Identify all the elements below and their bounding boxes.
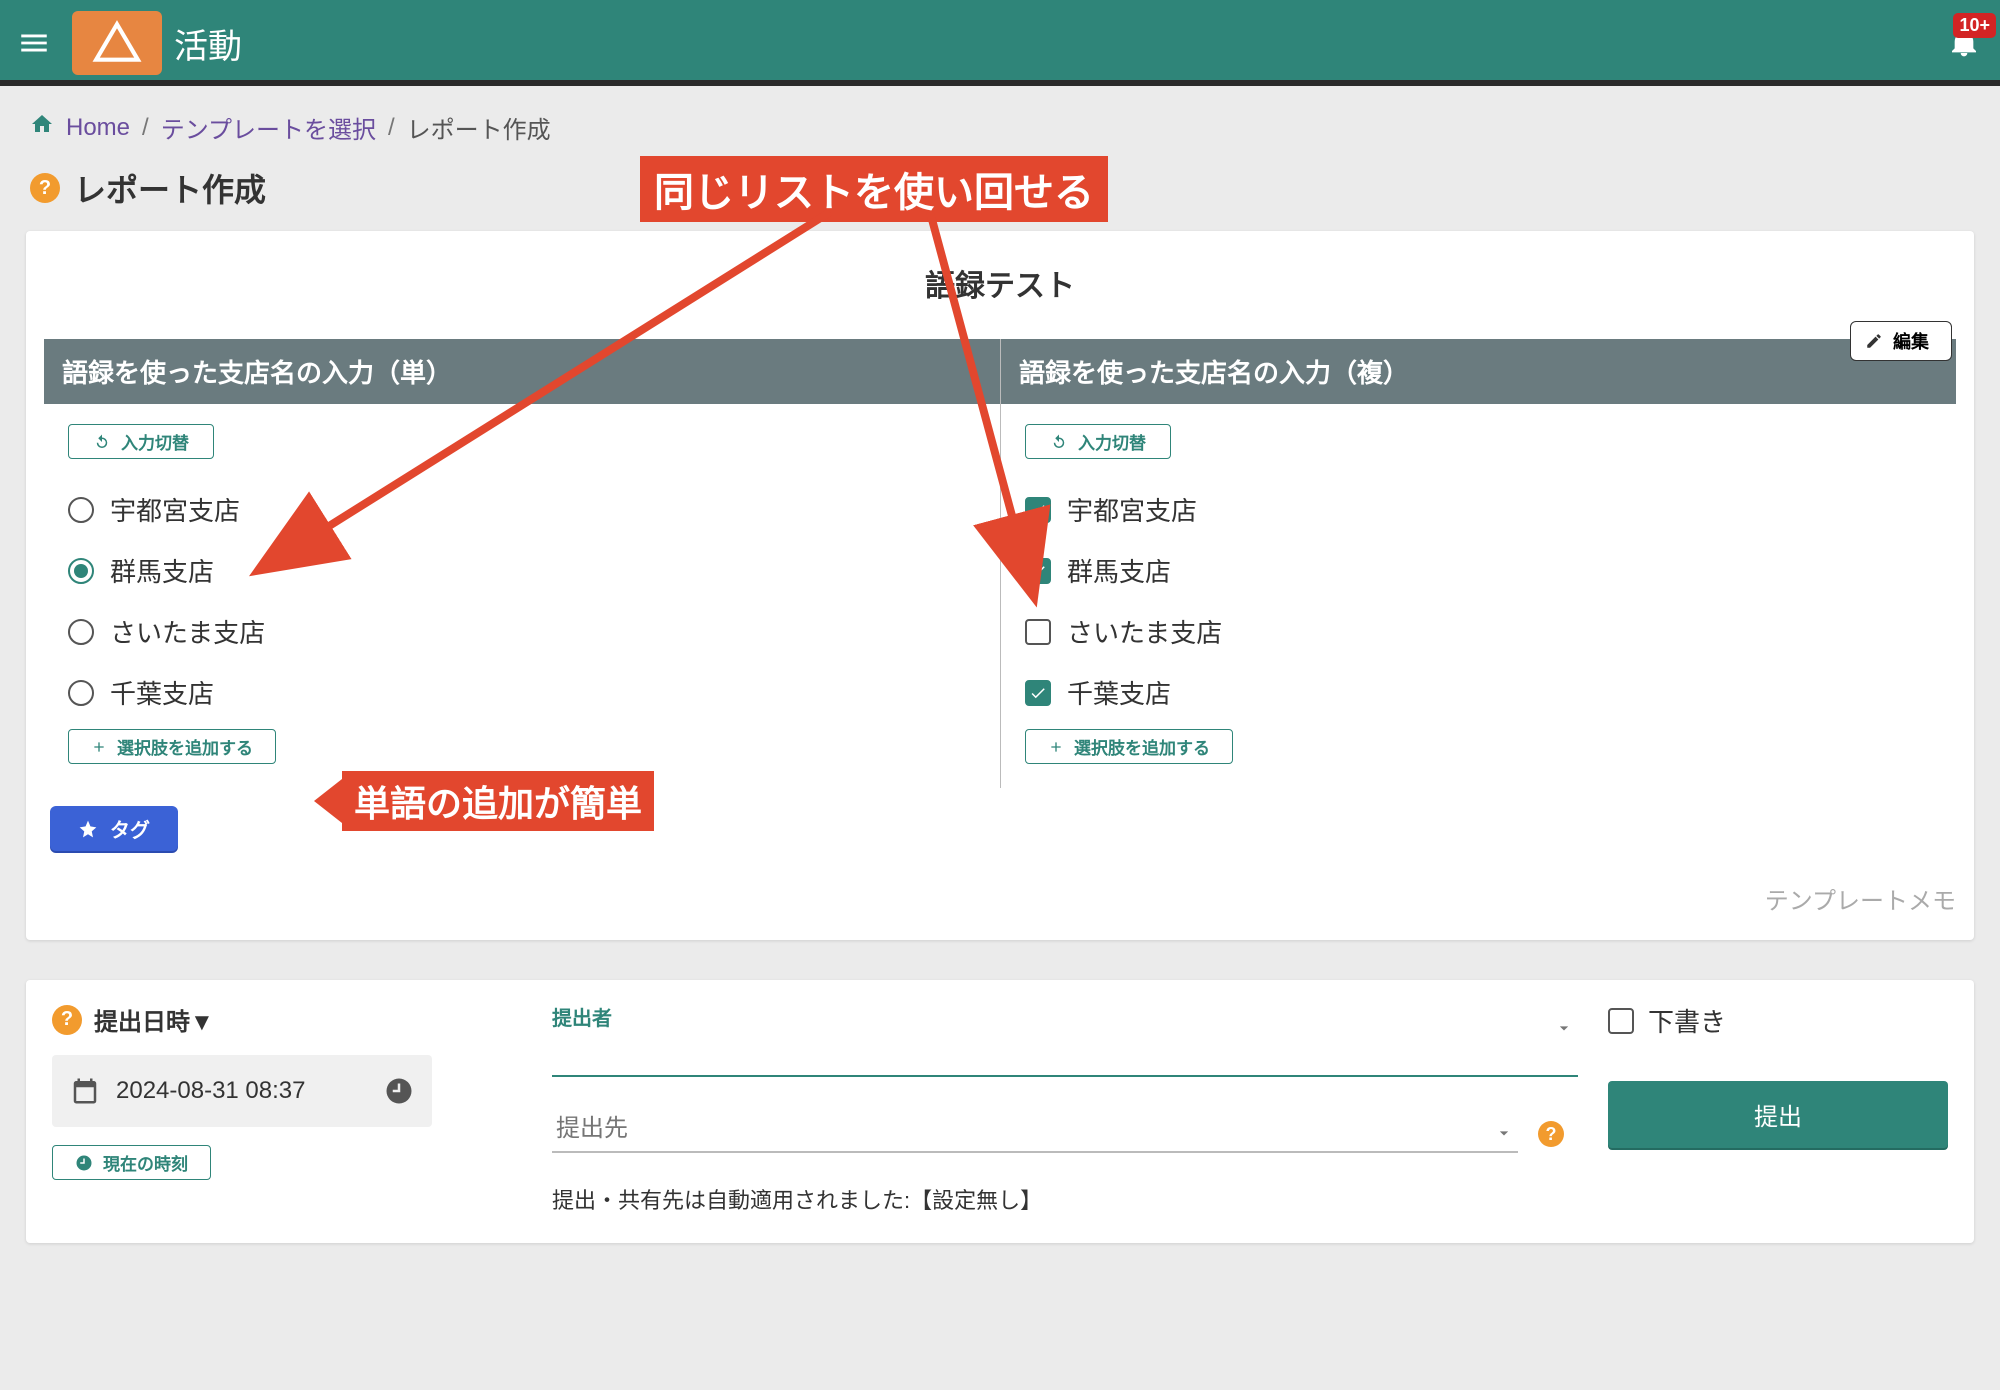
plus-icon xyxy=(1048,739,1064,755)
radio-option[interactable]: 群馬支店 xyxy=(68,540,976,601)
page-title: レポート作成 xyxy=(74,165,266,211)
multi-select-section: 語録を使った支店名の入力（複） 入力切替 宇都宮支店群馬支店さいたま支店千葉支店… xyxy=(1000,339,1956,788)
breadcrumb-current: レポート作成 xyxy=(407,110,551,145)
template-memo: テンプレートメモ xyxy=(44,881,1956,916)
checkbox-icon xyxy=(1025,497,1051,523)
breadcrumb-home[interactable]: Home xyxy=(66,114,130,142)
help-icon[interactable]: ? xyxy=(52,1005,82,1035)
submit-button[interactable]: 提出 xyxy=(1608,1081,1948,1148)
radio-icon xyxy=(68,497,94,523)
radio-option[interactable]: さいたま支店 xyxy=(68,601,976,662)
notifications-button[interactable]: 10+ xyxy=(1940,19,1988,67)
submitter-label: 提出者 xyxy=(552,1002,1578,1031)
help-icon[interactable]: ? xyxy=(30,173,60,203)
option-label: 群馬支店 xyxy=(1067,552,1171,589)
annotation-add-text: 単語の追加が簡単 xyxy=(342,771,654,831)
breadcrumb-separator: / xyxy=(142,114,149,142)
current-time-button[interactable]: 現在の時刻 xyxy=(52,1145,211,1180)
submitter-input[interactable] xyxy=(552,1031,1578,1077)
chevron-down-icon[interactable] xyxy=(1494,1123,1514,1148)
app-header: 活動 10+ xyxy=(0,0,2000,86)
single-select-header: 語録を使った支店名の入力（単） xyxy=(44,339,1000,404)
clock-icon xyxy=(384,1076,414,1106)
current-time-label: 現在の時刻 xyxy=(103,1150,188,1175)
option-label: 千葉支店 xyxy=(110,674,214,711)
checkbox-option[interactable]: 宇都宮支店 xyxy=(1025,479,1932,540)
home-icon xyxy=(30,112,54,143)
auto-apply-note: 提出・共有先は自動適用されました:【設定無し】 xyxy=(552,1183,1578,1215)
radio-icon xyxy=(68,680,94,706)
edit-button[interactable]: 編集 xyxy=(1850,321,1952,361)
card-title: 語録テスト xyxy=(44,261,1956,305)
option-label: さいたま支店 xyxy=(1067,613,1222,650)
triangle-left-icon xyxy=(314,779,342,823)
input-switch-label: 入力切替 xyxy=(121,429,189,454)
checkbox-icon xyxy=(1025,680,1051,706)
checkbox-option[interactable]: さいたま支店 xyxy=(1025,601,1932,662)
single-select-section: 語録を使った支店名の入力（単） 入力切替 宇都宮支店群馬支店さいたま支店千葉支店… xyxy=(44,339,1000,788)
destination-input[interactable] xyxy=(552,1107,1518,1153)
calendar-icon xyxy=(70,1076,100,1106)
star-icon xyxy=(78,819,98,839)
radio-icon xyxy=(68,619,94,645)
option-label: 宇都宮支店 xyxy=(1067,491,1197,528)
header-divider xyxy=(0,80,2000,86)
add-option-button[interactable]: 選択肢を追加する xyxy=(1025,729,1233,764)
annotation-banner-top: 同じリストを使い回せる xyxy=(640,156,1108,222)
edit-label: 編集 xyxy=(1893,328,1929,354)
input-switch-button[interactable]: 入力切替 xyxy=(68,424,214,459)
breadcrumb-separator: / xyxy=(388,114,395,142)
form-card: 語録テスト 編集 語録を使った支店名の入力（単） 入力切替 宇都宮支店群馬支店さ… xyxy=(26,231,1974,940)
checkbox-icon xyxy=(1025,619,1051,645)
plus-icon xyxy=(91,739,107,755)
datetime-picker[interactable]: 2024-08-31 08:37 xyxy=(52,1055,432,1127)
multi-select-header: 語録を使った支店名の入力（複） xyxy=(1001,339,1956,404)
radio-option[interactable]: 千葉支店 xyxy=(68,662,976,723)
checkbox-option[interactable]: 群馬支店 xyxy=(1025,540,1932,601)
tag-button[interactable]: タグ xyxy=(50,806,178,851)
checkbox-option[interactable]: 千葉支店 xyxy=(1025,662,1932,723)
option-label: 群馬支店 xyxy=(110,552,214,589)
chevron-down-icon[interactable] xyxy=(1554,1018,1574,1043)
submit-panel: ? 提出日時▼ 2024-08-31 08:37 現在の時刻 提出者 ? 提出・… xyxy=(26,980,1974,1243)
help-icon[interactable]: ? xyxy=(1538,1121,1564,1147)
breadcrumb: Home / テンプレートを選択 / レポート作成 xyxy=(0,86,2000,155)
add-option-label: 選択肢を追加する xyxy=(1074,734,1210,759)
breadcrumb-template[interactable]: テンプレートを選択 xyxy=(161,110,376,145)
refresh-icon xyxy=(93,433,111,451)
checkbox-icon xyxy=(1025,558,1051,584)
add-option-button[interactable]: 選択肢を追加する xyxy=(68,729,276,764)
add-option-label: 選択肢を追加する xyxy=(117,734,253,759)
refresh-icon xyxy=(1050,433,1068,451)
app-logo xyxy=(72,11,162,75)
option-label: 宇都宮支店 xyxy=(110,491,240,528)
option-label: 千葉支店 xyxy=(1067,674,1171,711)
datetime-value: 2024-08-31 08:37 xyxy=(116,1077,306,1105)
input-switch-label: 入力切替 xyxy=(1078,429,1146,454)
input-switch-button[interactable]: 入力切替 xyxy=(1025,424,1171,459)
radio-icon xyxy=(68,558,94,584)
menu-icon[interactable] xyxy=(12,21,56,65)
notification-badge: 10+ xyxy=(1953,13,1996,38)
draft-label: 下書き xyxy=(1648,1002,1726,1039)
radio-option[interactable]: 宇都宮支店 xyxy=(68,479,976,540)
header-title: 活動 xyxy=(174,19,242,68)
option-label: さいたま支店 xyxy=(110,613,265,650)
pencil-icon xyxy=(1865,332,1883,350)
datetime-label: 提出日時▼ xyxy=(94,1002,214,1037)
tag-label: タグ xyxy=(110,814,150,843)
draft-checkbox[interactable] xyxy=(1608,1008,1634,1034)
annotation-banner-add: 単語の追加が簡単 xyxy=(314,771,654,831)
clock-icon xyxy=(75,1154,93,1172)
